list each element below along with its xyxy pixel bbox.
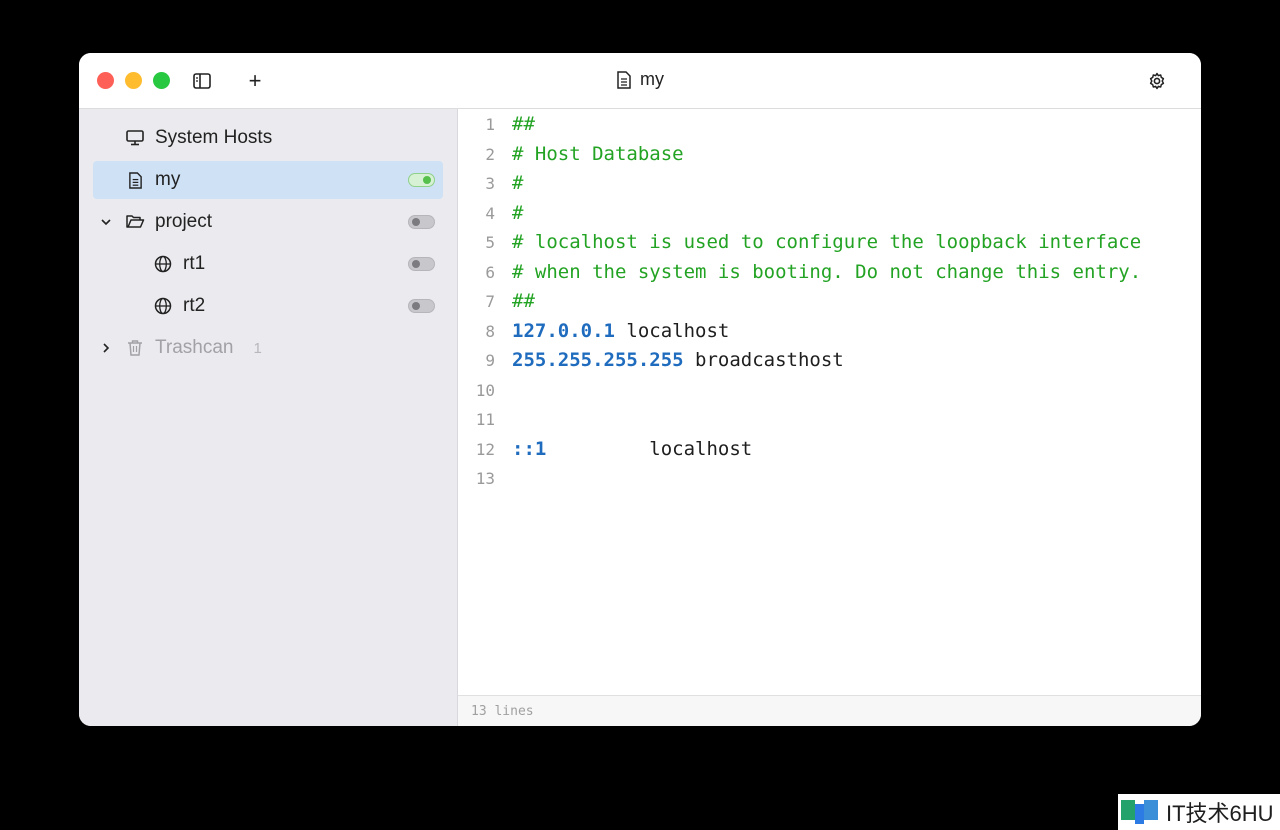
code-line[interactable]: 6 # when the system is booting. Do not ch…: [458, 261, 1201, 290]
code-line[interactable]: 2 # Host Database: [458, 143, 1201, 172]
monitor-icon: [125, 128, 145, 148]
document-icon: [617, 70, 631, 89]
code-line[interactable]: 12::1 localhost: [458, 438, 1201, 467]
comment-text: #: [512, 201, 524, 224]
code-text: #: [512, 172, 523, 194]
hostname: localhost: [614, 319, 730, 342]
globe-icon: [153, 296, 173, 316]
line-number: 1: [485, 115, 495, 134]
code-line[interactable]: 3 #: [458, 172, 1201, 201]
line-count: 13 lines: [471, 703, 534, 719]
comment-text: ##: [512, 113, 535, 135]
comment-text: ##: [512, 290, 535, 312]
trash-icon: [125, 338, 145, 358]
watermark: IT技术6HU: [1118, 794, 1280, 830]
document-icon: [125, 170, 145, 190]
code-line[interactable]: 7 ##: [458, 290, 1201, 319]
code-line[interactable]: 9 255.255.255.255 broadcasthost: [458, 349, 1201, 378]
code-text: # when the system is booting. Do not cha…: [512, 261, 1141, 283]
line-number: 6: [485, 262, 495, 282]
sidebar-item-label: System Hosts: [155, 127, 273, 148]
code-text: ::1 localhost: [512, 438, 752, 460]
sidebar-item-system-hosts[interactable]: System Hosts: [93, 119, 443, 157]
sidebar-item-label: Trashcan: [155, 337, 234, 358]
sidebar-item-rt1[interactable]: rt1: [93, 245, 443, 283]
sidebar-item-project[interactable]: project: [93, 203, 443, 241]
enable-toggle[interactable]: [408, 299, 435, 313]
code-text: ##: [512, 113, 535, 135]
line-number: 10: [475, 380, 495, 400]
window-title-text: my: [640, 69, 664, 89]
code-text: ##: [512, 290, 535, 312]
ip-address: 255.255.255.255: [512, 349, 684, 371]
app-window: + my System Hosts my project rt1 rt2 Tra…: [79, 53, 1201, 726]
gear-icon: [1149, 72, 1165, 90]
sidebar-item-rt2[interactable]: rt2: [93, 287, 443, 325]
line-number: 5: [485, 233, 495, 252]
comment-text: # localhost is used to configure the loo…: [512, 231, 1142, 253]
comment-text: # when the system is booting. Do not cha…: [512, 260, 1142, 283]
watermark-logo-icon: [1121, 800, 1158, 824]
sidebar-item-label: rt1: [183, 253, 206, 274]
enable-toggle[interactable]: [408, 173, 435, 187]
line-number: 11: [475, 410, 495, 429]
code-text: # Host Database: [512, 143, 684, 165]
code-text: #: [512, 202, 523, 224]
line-number: 12: [475, 439, 495, 459]
enable-toggle[interactable]: [408, 257, 435, 271]
chevron-right-icon[interactable]: [99, 341, 113, 355]
code-line[interactable]: 8 127.0.0.1 localhost: [458, 320, 1201, 349]
sidebar: System Hosts my project rt1 rt2 Trashcan…: [79, 109, 458, 726]
comment-text: # Host Database: [512, 142, 684, 165]
ip-address: ::1: [512, 437, 547, 460]
line-number: 13: [475, 469, 495, 488]
code-line[interactable]: 10: [458, 379, 1201, 408]
hostname: localhost: [546, 437, 753, 460]
title-bar: + my: [79, 53, 1201, 109]
sidebar-item-label: rt2: [183, 295, 206, 316]
line-number: 4: [485, 203, 495, 223]
line-number: 3: [485, 174, 495, 193]
code-line[interactable]: 11: [458, 408, 1201, 437]
line-number: 7: [485, 292, 495, 311]
enable-toggle[interactable]: [408, 215, 435, 229]
sidebar-item-label: project: [155, 211, 213, 232]
line-number: 8: [485, 321, 495, 341]
code-text: 255.255.255.255 broadcasthost: [512, 349, 844, 371]
hostname: broadcasthost: [683, 349, 844, 371]
sidebar-item-trashcan[interactable]: Trashcan 1: [93, 329, 443, 367]
trash-count-badge: 1: [253, 339, 262, 357]
code-line[interactable]: 13: [458, 467, 1201, 496]
status-bar: 13 lines: [458, 695, 1201, 726]
line-number: 2: [485, 144, 495, 164]
code-line[interactable]: 5 # localhost is used to configure the lo…: [458, 231, 1201, 260]
comment-text: #: [512, 172, 524, 194]
watermark-text: IT技术6HU: [1166, 801, 1274, 826]
chevron-down-icon[interactable]: [99, 215, 113, 229]
code-line[interactable]: 4 #: [458, 202, 1201, 231]
settings-button[interactable]: [1145, 69, 1169, 93]
ip-address: 127.0.0.1: [512, 319, 615, 342]
folder-open-icon: [125, 212, 145, 232]
code-line[interactable]: 1 ##: [458, 113, 1201, 142]
code-text: # localhost is used to configure the loo…: [512, 231, 1141, 253]
globe-icon: [153, 254, 173, 274]
window-title: my: [79, 69, 1201, 90]
code-text: 127.0.0.1 localhost: [512, 320, 729, 342]
sidebar-item-my[interactable]: my: [93, 161, 443, 199]
line-number: 9: [485, 351, 495, 370]
sidebar-item-label: my: [155, 169, 181, 190]
code-editor[interactable]: 1 ## 2 # Host Database 3 #4 #5 # localhost is u…: [458, 109, 1201, 695]
